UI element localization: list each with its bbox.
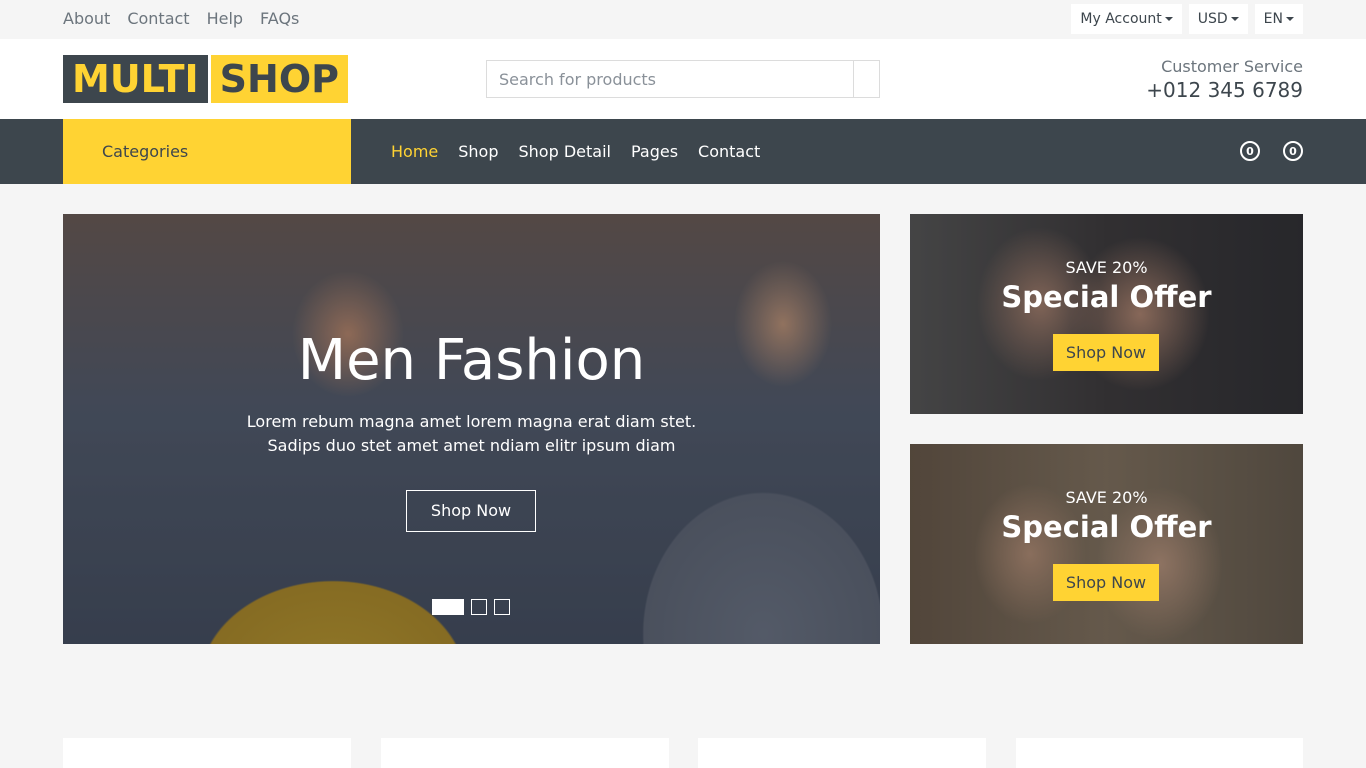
customer-service-phone: +012 345 6789 <box>1146 78 1303 102</box>
search-button[interactable] <box>853 61 879 97</box>
hero-description-line: Sadips duo stet amet amet ndiam elitr ip… <box>267 436 676 455</box>
nav-item-contact[interactable]: Contact <box>698 142 760 161</box>
carousel-indicator-2[interactable] <box>471 599 487 615</box>
language-dropdown[interactable]: EN <box>1254 4 1303 34</box>
language-dropdown-label: EN <box>1263 11 1283 27</box>
search-input[interactable] <box>487 61 853 97</box>
account-dropdown[interactable]: My Account <box>1071 4 1182 34</box>
about-link[interactable]: About <box>63 9 110 29</box>
offer-title: Special Offer <box>1001 280 1212 314</box>
hero-shop-now-button[interactable]: Shop Now <box>406 490 536 532</box>
feature-card <box>381 738 669 768</box>
logo-part-multi: MULTI <box>63 55 208 103</box>
cart-count-badge[interactable]: 0 <box>1283 141 1303 161</box>
contact-link[interactable]: Contact <box>127 9 189 29</box>
offer-save-label: SAVE 20% <box>1065 258 1148 277</box>
wishlist-count-badge[interactable]: 0 <box>1240 141 1260 161</box>
help-link[interactable]: Help <box>207 9 243 29</box>
nav-item-shop[interactable]: Shop <box>458 142 498 161</box>
customer-service: Customer Service +012 345 6789 <box>1146 57 1303 103</box>
offer-shop-now-button[interactable]: Shop Now <box>1053 334 1159 371</box>
offer-banner-2: SAVE 20% Special Offer Shop Now <box>910 444 1303 644</box>
caret-down-icon <box>1286 17 1294 21</box>
account-dropdown-label: My Account <box>1080 11 1162 27</box>
caret-down-icon <box>1230 17 1239 21</box>
site-logo[interactable]: MULTI SHOP <box>63 55 348 103</box>
site-header: MULTI SHOP Customer Service +012 345 678… <box>0 39 1366 119</box>
hero-title: Men Fashion <box>297 328 646 393</box>
search-bar <box>486 60 880 98</box>
carousel-indicator-3[interactable] <box>494 599 510 615</box>
nav-menu: Home Shop Shop Detail Pages Contact <box>391 119 780 184</box>
customer-service-label: Customer Service <box>1161 57 1303 76</box>
carousel-indicator-1[interactable] <box>432 599 464 615</box>
nav-item-home[interactable]: Home <box>391 142 438 161</box>
feature-card <box>63 738 351 768</box>
hero-description-line: Lorem rebum magna amet lorem magna erat … <box>246 412 697 431</box>
offer-title: Special Offer <box>1001 510 1212 544</box>
faqs-link[interactable]: FAQs <box>260 9 299 29</box>
nav-item-shop-detail[interactable]: Shop Detail <box>519 142 611 161</box>
nav-icons: 0 0 <box>1217 141 1303 161</box>
currency-dropdown-label: USD <box>1197 11 1228 27</box>
feature-card <box>1016 738 1303 768</box>
top-dropdowns: My Account USD EN <box>1064 4 1303 34</box>
logo-part-shop: SHOP <box>210 55 348 103</box>
hero-carousel: Men Fashion Lorem rebum magna amet lorem… <box>63 214 880 644</box>
feature-card <box>698 738 986 768</box>
offer-image <box>910 444 1303 644</box>
offer-image <box>910 214 1303 414</box>
offer-shop-now-button[interactable]: Shop Now <box>1053 564 1159 601</box>
offer-banner-1: SAVE 20% Special Offer Shop Now <box>910 214 1303 414</box>
caret-down-icon <box>1164 17 1173 21</box>
top-links: About Contact Help FAQs <box>63 9 316 29</box>
categories-toggle[interactable]: Categories <box>63 119 351 184</box>
currency-dropdown[interactable]: USD <box>1188 4 1248 34</box>
main-nav: Categories Home Shop Shop Detail Pages C… <box>0 119 1366 184</box>
offer-save-label: SAVE 20% <box>1065 488 1148 507</box>
nav-item-pages[interactable]: Pages <box>631 142 678 161</box>
top-bar: About Contact Help FAQs My Account USD E… <box>0 0 1366 39</box>
hero-description: Lorem rebum magna amet lorem magna erat … <box>233 410 710 458</box>
carousel-indicators <box>432 599 517 615</box>
